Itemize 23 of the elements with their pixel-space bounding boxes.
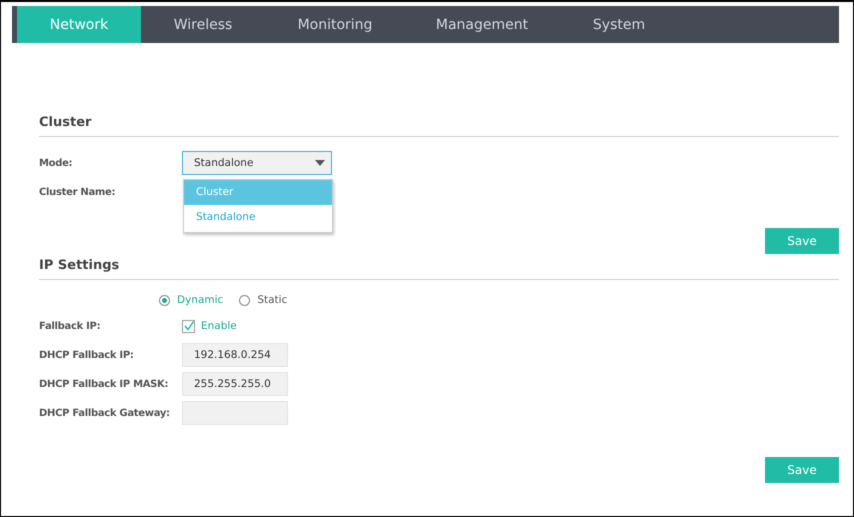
field-label: DHCP Fallback IP MASK: (39, 378, 170, 390)
field-label: DHCP Fallback Gateway: (39, 408, 171, 418)
section-title: Cluster (39, 115, 92, 130)
radio-button[interactable] (159, 294, 170, 306)
checkbox-label: Enable (201, 320, 237, 332)
field-label: DHCP Fallback IP: (39, 350, 135, 360)
nav-tab[interactable]: System (559, 6, 679, 43)
field-label: Cluster Name: (39, 186, 116, 198)
mode-select[interactable]: Standalone (182, 151, 332, 175)
nav-tab[interactable]: Monitoring (265, 6, 405, 43)
section-title: IP Settings (39, 258, 120, 273)
field-label: Fallback IP: (39, 320, 102, 332)
input-field[interactable]: 192.168.0.254 (182, 343, 288, 367)
field-label: Mode: (39, 158, 74, 168)
nav-tab[interactable]: Management (405, 6, 559, 43)
input-field[interactable] (182, 401, 288, 425)
caret-icon (315, 160, 325, 166)
nav-tab[interactable]: Wireless (141, 6, 265, 43)
radio-label: Static (257, 294, 288, 306)
radio-label: Dynamic (177, 294, 224, 306)
input-field[interactable]: 255.255.255.0 (182, 372, 288, 396)
checkbox[interactable] (182, 320, 195, 332)
radio-button[interactable] (239, 294, 250, 306)
